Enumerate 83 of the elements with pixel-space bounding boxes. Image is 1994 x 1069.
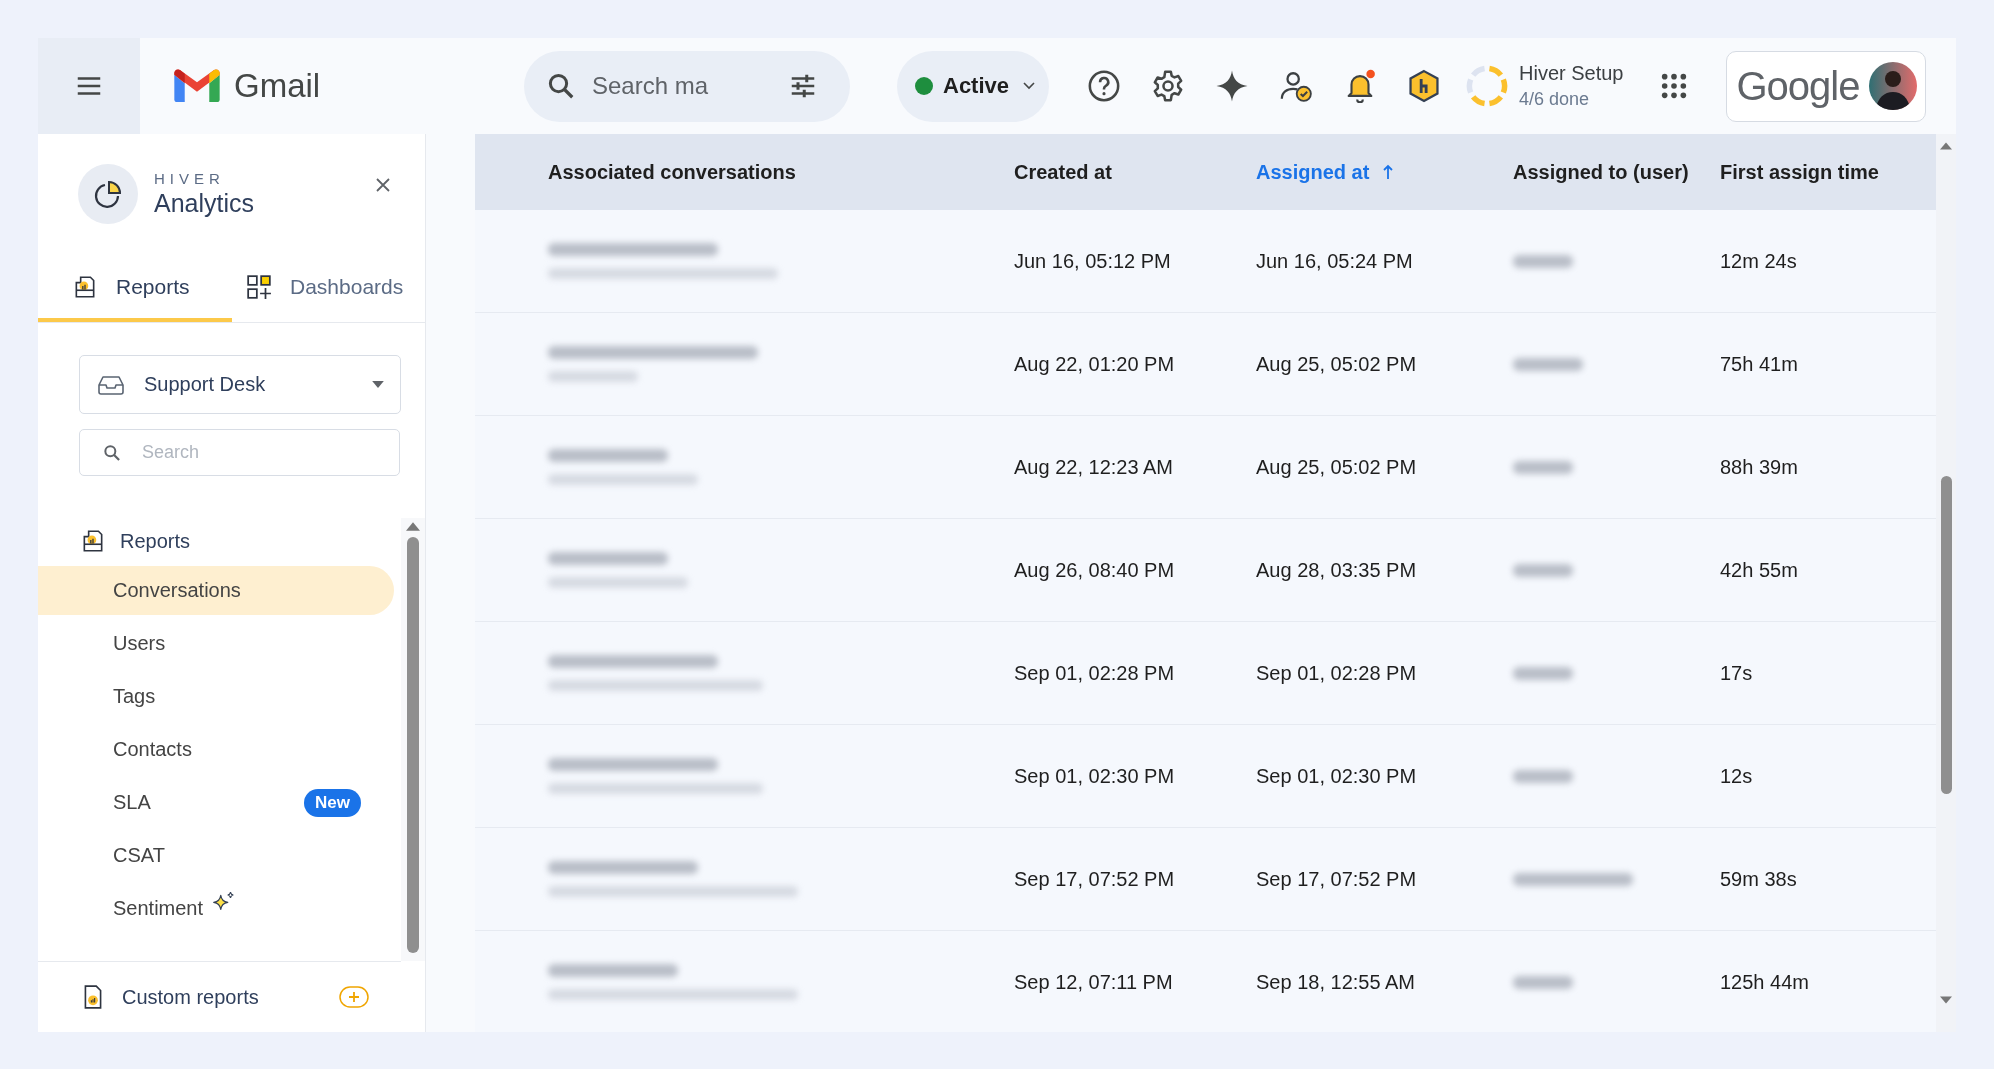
search-icon (546, 71, 576, 101)
new-badge: New (304, 788, 361, 817)
table-cell: 17s (1720, 661, 1753, 685)
table-cell: Jun 16, 05:24 PM (1256, 249, 1413, 273)
table-cell: 125h 44m (1720, 970, 1809, 994)
brand-name: HIVER (154, 169, 226, 187)
column-header[interactable]: Associated conversations (475, 134, 999, 210)
scroll-up-icon[interactable] (406, 522, 420, 531)
account-button[interactable]: Google (1725, 50, 1926, 122)
nav-item[interactable]: Contacts (38, 725, 192, 774)
blurred-text (1513, 666, 1573, 680)
scroll-down-icon[interactable] (1940, 996, 1952, 1004)
table-cell: Aug 25, 05:02 PM (1256, 352, 1417, 376)
inbox-icon (98, 374, 124, 395)
caret-icon (1023, 82, 1036, 90)
table-cell: Sep 18, 12:55 AM (1256, 970, 1415, 994)
close-icon[interactable] (375, 176, 391, 193)
table-cell: Aug 28, 03:35 PM (1256, 558, 1417, 582)
table-cell: 75h 41m (1720, 352, 1798, 376)
search-input[interactable]: Search ma (590, 71, 774, 101)
blurred-text (1513, 460, 1573, 474)
scrollbar[interactable] (401, 518, 425, 961)
table-cell: Sep 17, 07:52 PM (1256, 867, 1417, 891)
help-icon[interactable] (1087, 69, 1121, 103)
user-check-icon[interactable] (1279, 69, 1313, 103)
custom-reports-label[interactable]: Custom reports (122, 985, 259, 1009)
pie-chart-icon (78, 163, 138, 224)
report-search-field[interactable]: Search (79, 429, 400, 476)
table-cell: Sep 01, 02:30 PM (1256, 764, 1417, 788)
blurred-text (1513, 357, 1583, 371)
table-cell: Aug 22, 01:20 PM (1014, 352, 1175, 376)
panel-tab[interactable]: Reports (38, 264, 232, 322)
column-header[interactable]: Assigned to (user) (1498, 134, 1705, 210)
search-icon (102, 442, 122, 463)
table-cell: Sep 01, 02:30 PM (1014, 764, 1175, 788)
dashboard-icon (246, 274, 272, 300)
column-header[interactable]: Assigned at (1241, 134, 1498, 210)
table-cell: Aug 22, 12:23 AM (1014, 455, 1173, 479)
inbox-dropdown[interactable]: Support Desk (79, 355, 401, 414)
table-cell: 12m 24s (1720, 249, 1797, 273)
table-cell: Jun 16, 05:12 PM (1014, 249, 1171, 273)
status-button[interactable]: Active (897, 50, 1049, 122)
column-header[interactable]: Created at (999, 134, 1241, 210)
table-cell: 59m 38s (1720, 867, 1797, 891)
table-cell: Sep 12, 07:11 PM (1014, 970, 1173, 994)
sort-arrow-icon (1383, 164, 1394, 180)
nav-item[interactable]: SLA (38, 778, 151, 827)
panel-title: Analytics (154, 188, 256, 218)
table-cell: Sep 01, 02:28 PM (1014, 661, 1175, 685)
column-header[interactable]: First assign time (1705, 134, 1936, 210)
scrollbar[interactable] (1936, 134, 1956, 1032)
table-cell: 12s (1720, 764, 1753, 788)
blurred-text (1513, 975, 1573, 989)
scrollbar-thumb[interactable] (1940, 476, 1952, 794)
app-name: Gmail (234, 67, 321, 105)
blurred-text (1513, 769, 1573, 783)
table-cell: Aug 26, 08:40 PM (1014, 558, 1175, 582)
settings-icon[interactable] (1151, 69, 1185, 103)
nav-item[interactable]: Tags (38, 672, 156, 721)
search-input[interactable]: Search (140, 441, 344, 464)
nav-item[interactable]: Users (38, 619, 166, 668)
dropdown-arrow-icon (372, 381, 384, 388)
blurred-text (1513, 563, 1573, 577)
nav-item[interactable]: Conversations (38, 566, 394, 615)
table-cell: Aug 25, 05:02 PM (1256, 455, 1417, 479)
nav-item[interactable]: Sentiment (38, 884, 204, 933)
mail-logo-icon (174, 69, 220, 103)
hexagon-logo-icon[interactable] (1407, 69, 1441, 103)
apps-icon[interactable] (1659, 72, 1688, 100)
setup-title[interactable]: Hiver Setup (1519, 62, 1624, 85)
table-cell: Sep 01, 02:28 PM (1256, 661, 1417, 685)
scroll-up-icon[interactable] (1940, 142, 1952, 150)
table-cell: Sep 17, 07:52 PM (1014, 867, 1175, 891)
search-field[interactable]: Search ma (524, 50, 850, 122)
panel-tab[interactable]: Dashboards (232, 264, 404, 322)
avatar (1868, 62, 1917, 110)
sparkle-icon[interactable] (1215, 69, 1249, 103)
table-cell: 88h 39m (1720, 455, 1798, 479)
nav-item[interactable]: CSAT (38, 831, 165, 880)
table-cell: 42h 55m (1720, 558, 1798, 582)
scrollbar-thumb[interactable] (407, 537, 419, 953)
blurred-text (1513, 254, 1573, 268)
section-title: Reports (120, 529, 191, 553)
